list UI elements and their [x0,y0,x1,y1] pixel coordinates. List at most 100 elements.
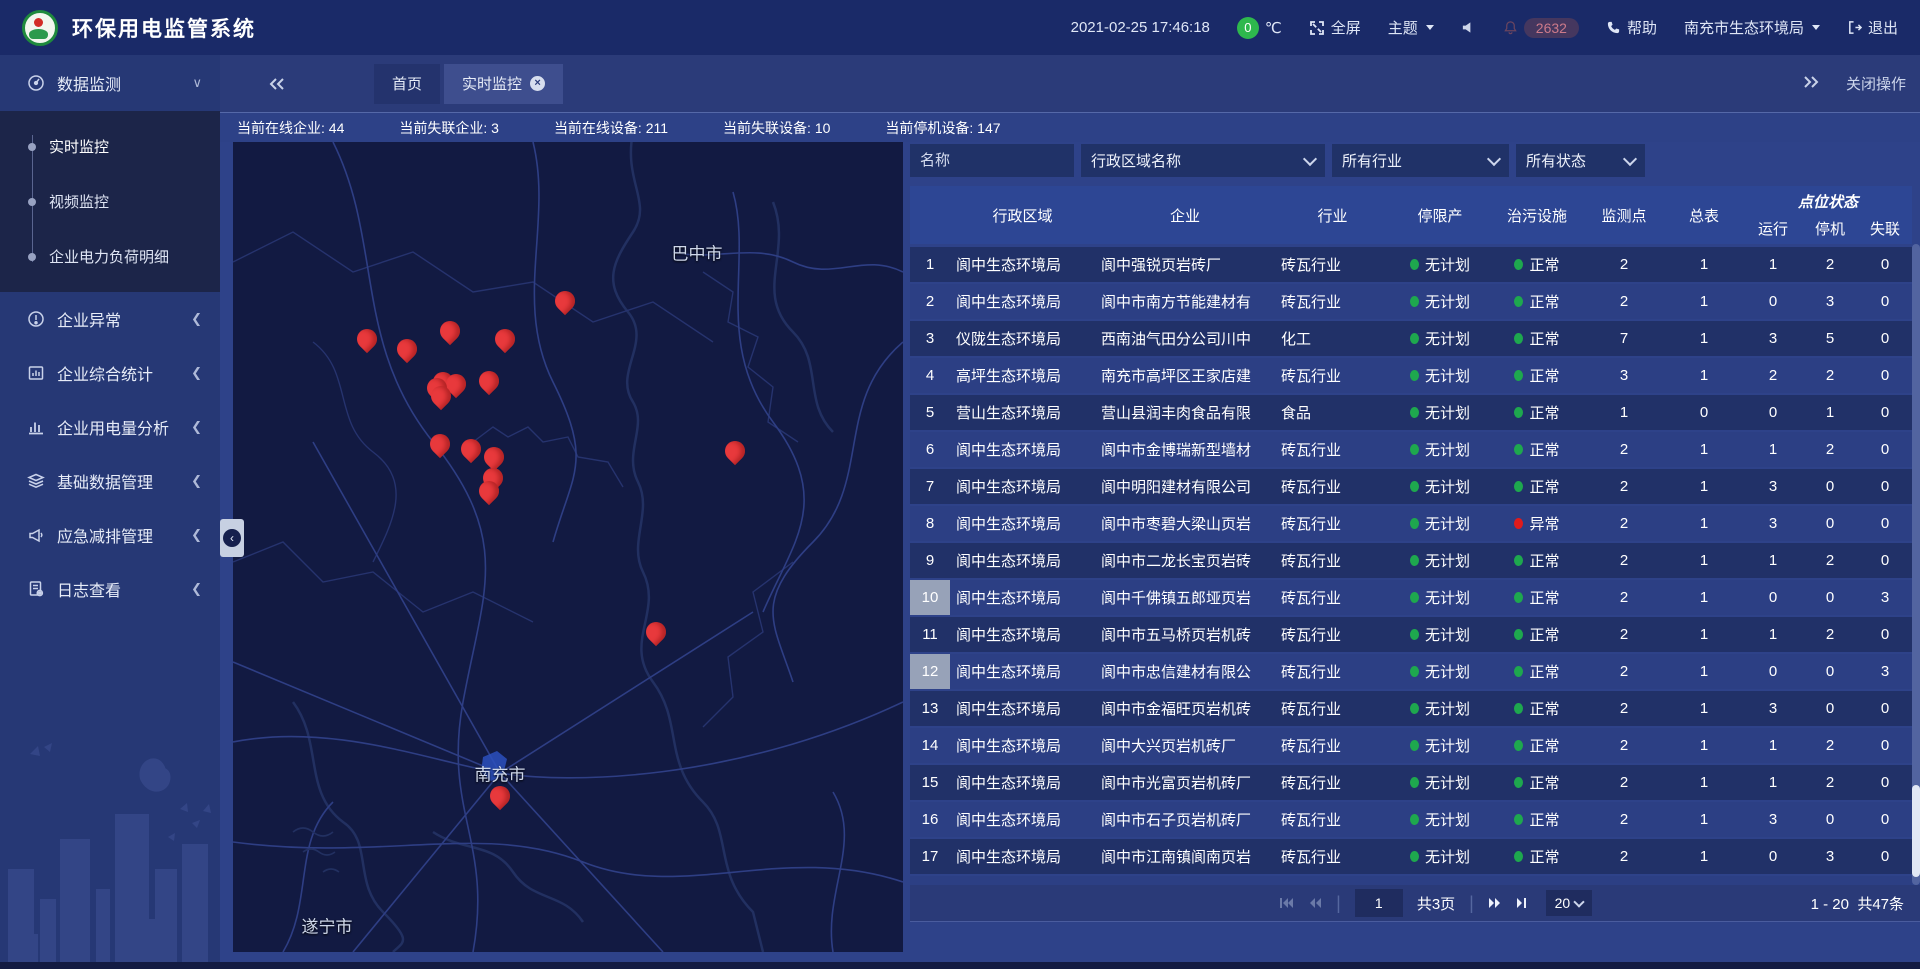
tab-close-icon[interactable]: × [530,76,545,91]
table-row[interactable]: 9阆中生态环境局阆中市二龙长宝页岩砖砖瓦行业无计划正常21120 [910,543,1912,580]
status-filter-select[interactable]: 所有状态 [1516,144,1645,177]
table-row[interactable]: 14阆中生态环境局阆中大兴页岩机砖厂砖瓦行业无计划正常21120 [910,728,1912,765]
status-dot-green [1514,296,1523,307]
tab-home[interactable]: 首页 [374,64,440,104]
chevron-left-icon: ❮ [191,527,202,543]
table-row[interactable]: 10阆中生态环境局阆中千佛镇五郎垭页岩砖瓦行业无计划正常21003 [910,580,1912,617]
page-number-input[interactable] [1355,889,1403,917]
main-area: 首页 实时监控 × 关闭操作 当前在线企业: 44当前失联企业: 3当前在线设备… [220,55,1920,969]
table-row[interactable]: 13阆中生态环境局阆中市金福旺页岩机砖砖瓦行业无计划正常21300 [910,691,1912,728]
panel-collapse-button[interactable]: ‹ [220,519,244,557]
cell-row-number: 13 [910,691,950,726]
org-user-dropdown[interactable]: 南充市生态环境局 [1684,17,1820,38]
sidebar-subitem[interactable]: 视频监控 [0,174,220,229]
sidebar-subitem[interactable]: 企业电力负荷明细 [0,229,220,284]
notification-area[interactable]: 2632 [1503,18,1579,38]
table-row[interactable]: 5营山生态环境局营山县润丰肉食品有限食品无计划正常10010 [910,395,1912,432]
tabs-scroll-left-button[interactable] [268,77,286,91]
cell-facility-status: 正常 [1490,728,1584,763]
table-row[interactable]: 12阆中生态环境局阆中市忠信建材有限公砖瓦行业无计划正常21003 [910,654,1912,691]
next-page-button[interactable] [1488,897,1502,909]
cell-company: 营山县润丰肉食品有限 [1095,395,1275,430]
cell-industry: 砖瓦行业 [1275,469,1390,504]
status-dot-green [1410,851,1419,862]
prev-page-button[interactable] [1308,897,1322,909]
help-button[interactable]: 帮助 [1606,17,1657,38]
table-row[interactable]: 1阆中生态环境局阆中强锐页岩砖厂砖瓦行业无计划正常21120 [910,247,1912,284]
table-row[interactable]: 8阆中生态环境局阆中市枣碧大梁山页岩砖瓦行业无计划异常21300 [910,506,1912,543]
theme-dropdown[interactable]: 主题 [1388,17,1434,38]
cell-facility-status: 正常 [1490,469,1584,504]
table-row[interactable]: 7阆中生态环境局阆中明阳建材有限公司砖瓦行业无计划正常21300 [910,469,1912,506]
cell-production-status: 无计划 [1390,765,1490,800]
cell-total-meter: 1 [1664,765,1744,800]
app-window: 环保用电监管系统 2021-02-25 17:46:18 0 ℃ 全屏 主题 [0,0,1920,969]
fullscreen-button[interactable]: 全屏 [1309,17,1361,38]
mute-button[interactable] [1461,20,1476,35]
tabs-scroll-right-button[interactable] [1802,75,1820,93]
sidebar-subitem[interactable]: 实时监控 [0,119,220,174]
scrollbar-thumb[interactable] [1912,785,1920,877]
cell-row-number: 3 [910,321,950,356]
exit-button[interactable]: 退出 [1847,17,1898,38]
cell-total-meter: 1 [1664,432,1744,467]
cell-facility-status: 正常 [1490,395,1584,430]
cell-industry: 砖瓦行业 [1275,543,1390,578]
status-dot-green [1410,592,1419,603]
status-dot-green [1410,296,1419,307]
last-page-button[interactable] [1516,897,1532,909]
total-pages-label: 共3页 [1417,893,1455,914]
cell-total-meter: 1 [1664,691,1744,726]
cell-production-status: 无计划 [1390,691,1490,726]
table-row[interactable]: 4高坪生态环境局南充市高坪区王家店建砖瓦行业无计划正常31220 [910,358,1912,395]
sidebar-item-base-data[interactable]: 基础数据管理❮ [0,454,220,508]
table-row[interactable]: 2阆中生态环境局阆中市南方节能建材有砖瓦行业无计划正常21030 [910,284,1912,321]
sidebar-item-emergency[interactable]: 应急减排管理❮ [0,508,220,562]
cell-total-meter: 1 [1664,839,1744,874]
cell-total-meter: 1 [1664,802,1744,837]
map-panel[interactable]: 巴中市南充市遂宁市 [233,142,903,952]
cell-lost-count: 0 [1858,691,1912,726]
cell-district: 阆中生态环境局 [950,247,1095,282]
cell-company: 阆中市忠信建材有限公 [1095,654,1275,689]
cell-row-number: 6 [910,432,950,467]
app-title: 环保用电监管系统 [72,13,256,43]
industry-filter-select[interactable]: 所有行业 [1332,144,1509,177]
table-row[interactable]: 3仪陇生态环境局西南油气田分公司川中化工无计划正常71350 [910,321,1912,358]
status-dot-green [1410,666,1419,677]
header-industry: 行业 [1275,186,1390,244]
tab-realtime-monitor[interactable]: 实时监控 × [444,64,563,104]
bottom-edge-strip [0,962,1920,969]
table-row[interactable]: 15阆中生态环境局阆中市光富页岩机砖厂砖瓦行业无计划正常21120 [910,765,1912,802]
cell-total-meter: 1 [1664,543,1744,578]
sidebar-item-enterprise-abnormal[interactable]: 企业异常❮ [0,292,220,346]
temperature-unit: ℃ [1265,19,1282,37]
chevron-down-icon [1812,25,1820,30]
status-dot-green [1514,740,1523,751]
first-page-button[interactable] [1278,897,1294,909]
cell-total-meter: 1 [1664,654,1744,689]
sidebar-item-logs[interactable]: 日志查看❮ [0,562,220,616]
close-operations-dropdown[interactable]: 关闭操作 [1846,73,1906,94]
sidebar-submenu: 实时监控视频监控企业电力负荷明细 [0,111,220,292]
page-size-select[interactable]: 20 [1546,890,1592,916]
table-row[interactable]: 11阆中生态环境局阆中市五马桥页岩机砖砖瓦行业无计划正常21120 [910,617,1912,654]
region-filter-select[interactable]: 行政区域名称 [1081,144,1325,177]
table-row[interactable]: 17阆中生态环境局阆中市江南镇阆南页岩砖瓦行业无计划正常21030 [910,839,1912,876]
table-scrollbar[interactable] [1912,244,1920,885]
cell-company: 阆中明阳建材有限公司 [1095,469,1275,504]
status-dot-green [1410,740,1419,751]
sidebar-item-enterprise-stats[interactable]: 企业综合统计❮ [0,346,220,400]
chevron-left-icon: ❮ [191,581,202,597]
sidebar-item-power-analysis[interactable]: 企业用电量分析❮ [0,400,220,454]
status-dot-green [1410,814,1419,825]
cell-company: 阆中市金博瑞新型墙材 [1095,432,1275,467]
status-dot-green [1514,333,1523,344]
cell-district: 阆中生态环境局 [950,432,1095,467]
cell-run-count: 1 [1744,765,1802,800]
table-row[interactable]: 16阆中生态环境局阆中市石子页岩机砖厂砖瓦行业无计划正常21300 [910,802,1912,839]
name-filter-input[interactable] [910,144,1074,177]
sidebar-item-data-monitor[interactable]: 数据监测∨ [0,55,220,111]
table-row[interactable]: 6阆中生态环境局阆中市金博瑞新型墙材砖瓦行业无计划正常21120 [910,432,1912,469]
cell-lost-count: 0 [1858,395,1912,430]
